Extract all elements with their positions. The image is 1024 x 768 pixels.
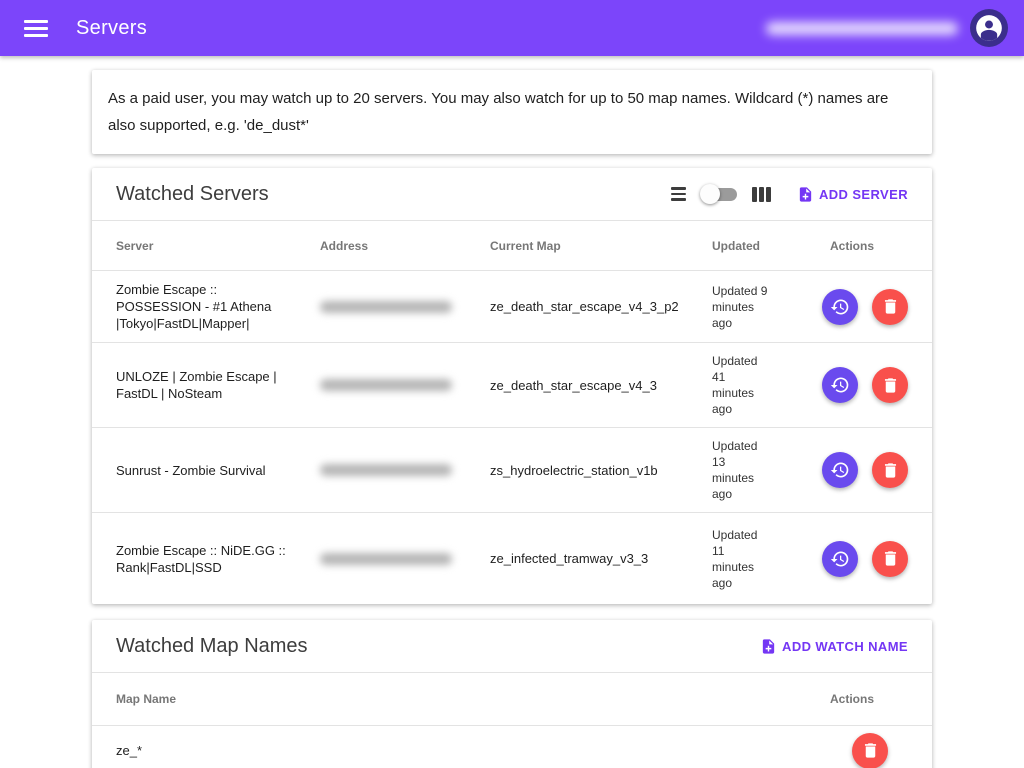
delete-button[interactable] [872,289,908,325]
current-map: ze_infected_tramway_v3_3 [490,550,712,567]
server-address-redacted [320,464,452,476]
current-map: zs_hydroelectric_station_v1b [490,462,712,479]
trash-icon [861,741,880,760]
paid-user-notice: As a paid user, you may watch up to 20 s… [92,70,932,154]
maps-table-header: Map Name Actions [92,672,932,725]
updated-time: Updated 9 minutes ago [712,283,792,331]
trash-icon [881,461,900,480]
note-add-icon [797,186,814,203]
watched-servers-card: Watched Servers ADD SERVER Server Addres… [92,168,932,604]
server-name: UNLOZE | Zombie Escape | FastDL | NoStea… [116,368,320,402]
user-email-redacted [766,22,958,35]
add-watch-name-button[interactable]: ADD WATCH NAME [760,638,908,655]
col-actions: Actions [758,692,908,706]
history-icon [830,549,850,569]
account-circle-icon [975,14,1003,42]
delete-button[interactable] [872,541,908,577]
delete-button[interactable] [852,733,888,768]
server-address-redacted [320,553,452,565]
note-add-icon [760,638,777,655]
updated-time: Updated 11 minutes ago [712,527,792,591]
col-server: Server [116,239,320,253]
updated-time: Updated 41 minutes ago [712,353,792,417]
map-name: ze_* [116,742,758,759]
table-row: UNLOZE | Zombie Escape | FastDL | NoStea… [92,342,932,427]
account-button[interactable] [970,9,1008,47]
menu-icon[interactable] [16,8,56,48]
trash-icon [881,297,900,316]
delete-button[interactable] [872,452,908,488]
current-map: ze_death_star_escape_v4_3 [490,377,712,394]
history-icon [830,297,850,317]
watched-servers-title: Watched Servers [116,183,269,206]
col-actions: Actions [792,239,908,253]
history-button[interactable] [822,541,858,577]
delete-button[interactable] [872,367,908,403]
col-map-name: Map Name [116,692,758,706]
history-button[interactable] [822,452,858,488]
server-name: Sunrust - Zombie Survival [116,462,320,479]
col-current-map: Current Map [490,239,712,253]
history-icon [830,460,850,480]
col-address: Address [320,239,490,253]
watched-map-names-card: Watched Map Names ADD WATCH NAME Map Nam… [92,620,932,768]
table-row: Zombie Escape :: POSSESSION - #1 Athena … [92,270,932,342]
view-toggle[interactable] [700,184,738,204]
history-icon [830,375,850,395]
server-address-redacted [320,379,452,391]
current-map: ze_death_star_escape_v4_3_p2 [490,298,712,315]
servers-table-header: Server Address Current Map Updated Actio… [92,220,932,270]
watched-map-names-title: Watched Map Names [116,635,308,658]
add-server-label: ADD SERVER [819,187,908,202]
trash-icon [881,549,900,568]
table-row: Sunrust - Zombie Survival zs_hydroelectr… [92,427,932,512]
table-row: Zombie Escape :: NiDE.GG :: Rank|FastDL|… [92,512,932,604]
page-title: Servers [76,17,147,40]
history-button[interactable] [822,367,858,403]
server-name: Zombie Escape :: NiDE.GG :: Rank|FastDL|… [116,542,320,576]
col-updated: Updated [712,239,792,253]
server-name: Zombie Escape :: POSSESSION - #1 Athena … [116,281,320,332]
server-address-redacted [320,301,452,313]
trash-icon [881,376,900,395]
add-server-button[interactable]: ADD SERVER [797,186,908,203]
table-row: ze_* [92,725,932,768]
updated-time: Updated 13 minutes ago [712,438,792,502]
history-button[interactable] [822,289,858,325]
column-view-icon[interactable] [750,185,773,204]
app-bar: Servers [0,0,1024,56]
list-view-icon[interactable] [669,185,688,203]
add-watch-name-label: ADD WATCH NAME [782,639,908,654]
toggle-knob [700,184,720,204]
